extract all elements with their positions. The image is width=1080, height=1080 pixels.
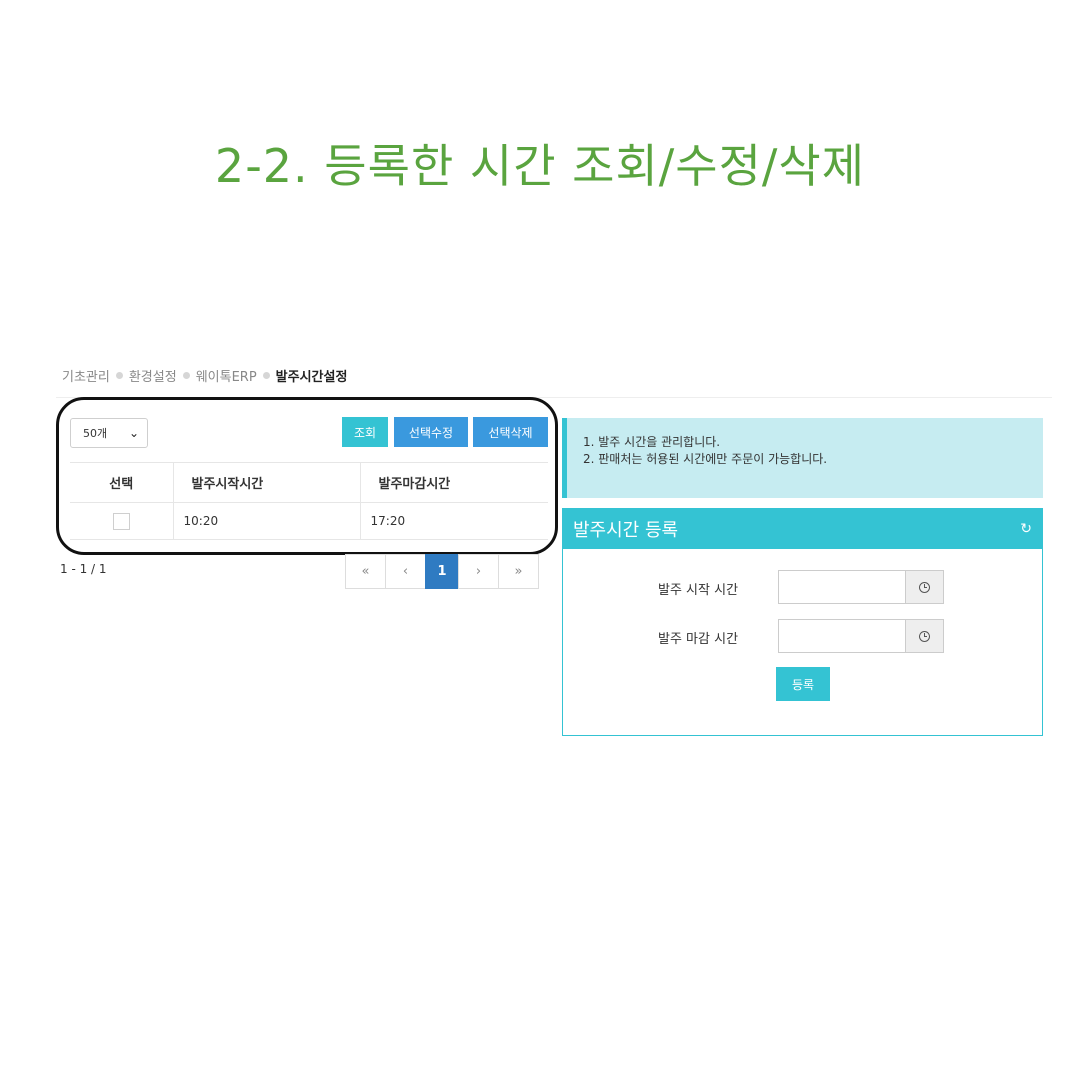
clock-icon xyxy=(919,581,930,593)
pager-prev-button[interactable]: ‹ xyxy=(385,554,426,589)
breadcrumb-separator-icon xyxy=(115,372,123,379)
order-time-table: 선택 발주시작시간 발주마감시간 10:20 17:20 xyxy=(70,462,548,540)
row-select-cell xyxy=(70,502,174,540)
pager-page-1[interactable]: 1 xyxy=(425,554,459,589)
edit-selected-button[interactable]: 선택수정 xyxy=(394,417,468,447)
breadcrumb-item-basic[interactable]: 기초관리 xyxy=(62,366,110,385)
start-time-label: 발주 시작 시간 xyxy=(658,583,739,598)
register-button[interactable]: 등록 xyxy=(776,667,830,701)
start-time-input[interactable] xyxy=(778,570,905,604)
search-button[interactable]: 조회 xyxy=(342,417,388,447)
breadcrumb: 기초관리 환경설정 웨이톡ERP 발주시간설정 xyxy=(62,366,347,385)
column-header-end[interactable]: 발주마감시간 xyxy=(360,462,548,503)
info-line-2: 2. 판매처는 허용된 시간에만 주문이 가능합니다. xyxy=(583,452,828,466)
pager-last-button[interactable]: » xyxy=(498,554,539,589)
pagination: « ‹ 1 › » xyxy=(345,554,539,589)
breadcrumb-separator-icon xyxy=(262,372,270,379)
breadcrumb-item-settings[interactable]: 환경설정 xyxy=(129,366,177,385)
end-time-picker-button[interactable] xyxy=(905,619,944,653)
page-size-value: 50개 xyxy=(83,427,108,440)
table-header-row: 선택 발주시작시간 발주마감시간 xyxy=(70,462,548,503)
page-heading: 2-2. 등록한 시간 조회/수정/삭제 xyxy=(214,139,866,193)
end-time-row: 발주 마감 시간 xyxy=(563,619,1042,653)
register-panel: 발주시간 등록 ↻ 발주 시작 시간 발주 마감 시간 등록 xyxy=(562,508,1043,736)
breadcrumb-divider xyxy=(56,397,1052,398)
info-line-1: 1. 발주 시간을 관리합니다. xyxy=(583,435,721,449)
info-callout: 1. 발주 시간을 관리합니다. 2. 판매처는 허용된 시간에만 주문이 가능… xyxy=(562,418,1043,498)
breadcrumb-current: 발주시간설정 xyxy=(275,370,348,385)
clock-icon xyxy=(919,630,930,642)
record-count: 1 - 1 / 1 xyxy=(60,562,107,576)
chevron-down-icon: ⌄ xyxy=(128,426,139,440)
table-row[interactable]: 10:20 17:20 xyxy=(70,502,548,540)
refresh-icon[interactable]: ↻ xyxy=(1020,521,1032,537)
start-time-picker-button[interactable] xyxy=(905,570,944,604)
delete-selected-button[interactable]: 선택삭제 xyxy=(473,417,548,447)
row-checkbox[interactable] xyxy=(112,512,130,530)
pager-next-button[interactable]: › xyxy=(458,554,499,589)
column-header-select: 선택 xyxy=(70,462,174,503)
register-panel-header: 발주시간 등록 ↻ xyxy=(563,509,1042,549)
register-panel-title: 발주시간 등록 xyxy=(573,520,679,541)
pager-first-button[interactable]: « xyxy=(345,554,386,589)
start-time-row: 발주 시작 시간 xyxy=(563,570,1042,604)
row-end-time: 17:20 xyxy=(360,502,548,540)
row-start-time: 10:20 xyxy=(173,502,361,540)
column-header-start[interactable]: 발주시작시간 xyxy=(173,462,361,503)
breadcrumb-separator-icon xyxy=(182,372,190,379)
page-size-select[interactable]: 50개 ⌄ xyxy=(70,418,148,448)
breadcrumb-item-erp[interactable]: 웨이톡ERP xyxy=(196,366,257,385)
end-time-input[interactable] xyxy=(778,619,905,653)
end-time-label: 발주 마감 시간 xyxy=(658,632,739,647)
